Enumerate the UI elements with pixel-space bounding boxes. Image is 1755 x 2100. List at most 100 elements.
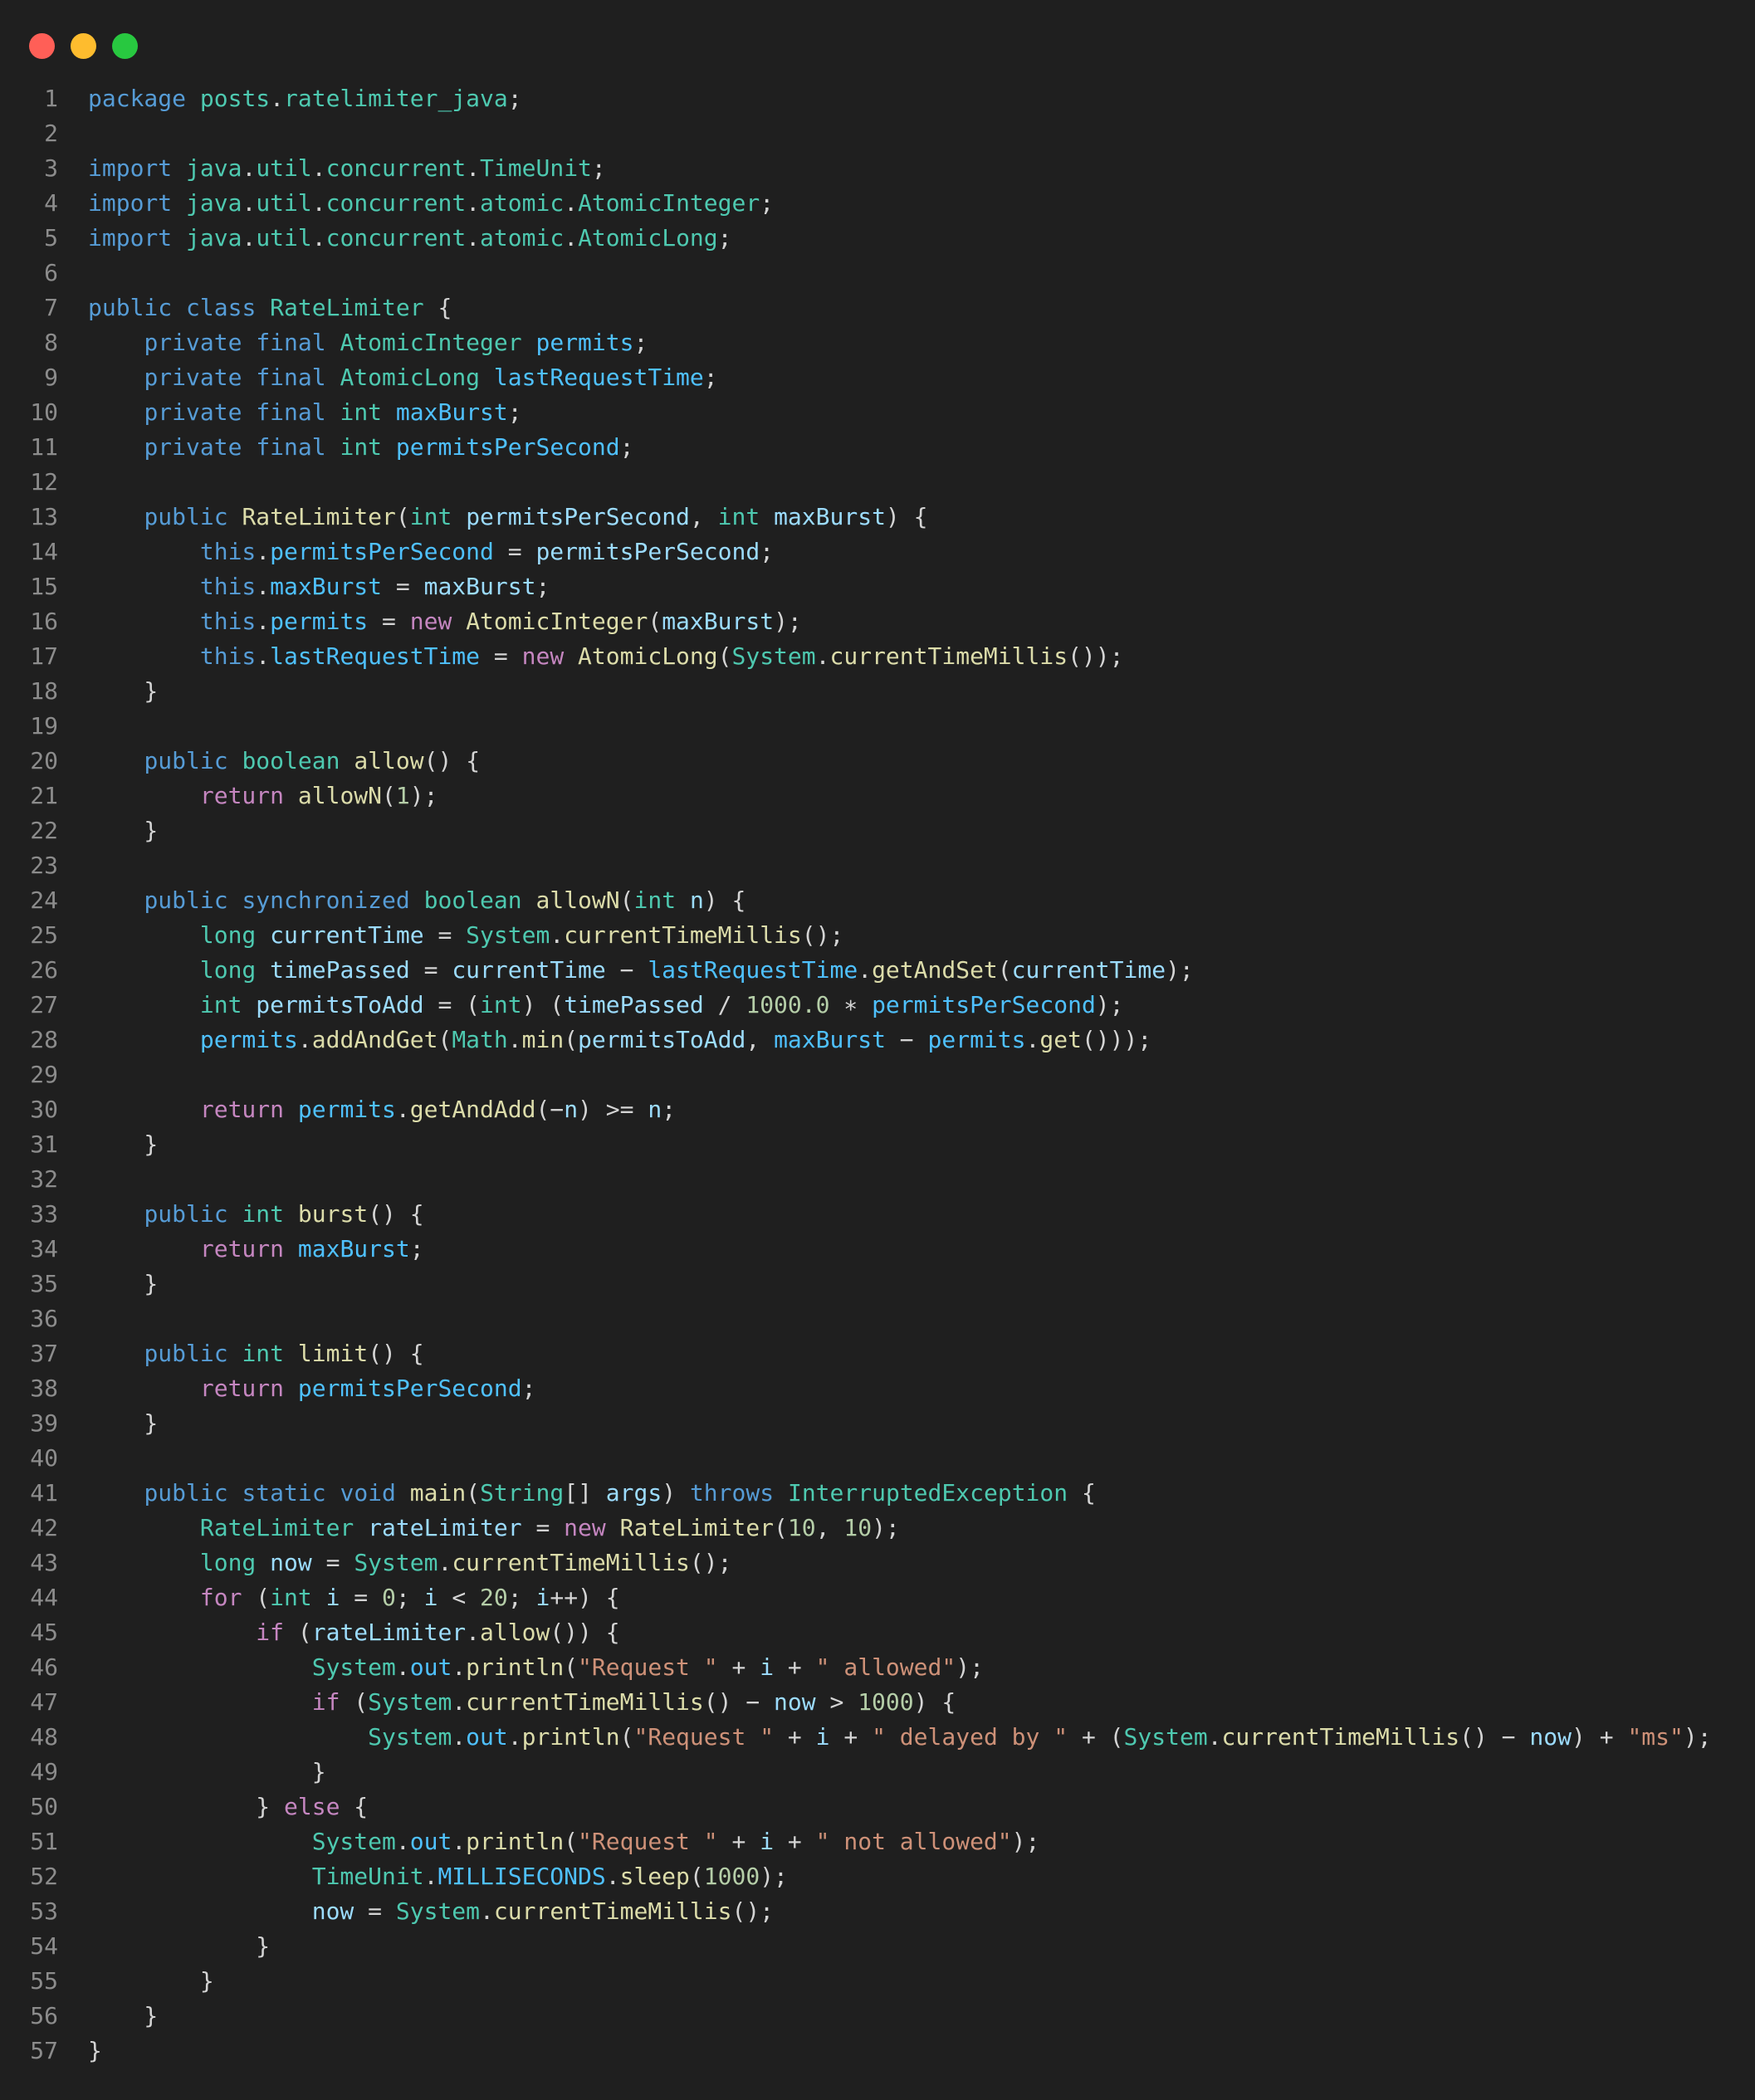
zoom-icon[interactable]: [112, 33, 138, 59]
code-line: 34 return maxBurst;: [0, 1232, 1755, 1267]
line-number: 13: [30, 503, 58, 530]
code-token: −: [605, 956, 648, 984]
line-source: System.out.println("Request " + i + " al…: [58, 1650, 984, 1685]
code-token: .: [1025, 1026, 1040, 1053]
code-line: 46 System.out.println("Request " + i + "…: [0, 1650, 1755, 1685]
line-number: 26: [30, 956, 58, 984]
code-token: .: [466, 224, 481, 252]
minimize-icon[interactable]: [71, 33, 96, 59]
line-source: public class RateLimiter {: [58, 291, 452, 325]
code-token: −: [885, 1026, 928, 1053]
line-number: 20: [30, 747, 58, 774]
code-token: }: [88, 677, 159, 705]
code-token: String: [480, 1479, 565, 1507]
code-line: 11 private final int permitsPerSecond;: [0, 430, 1755, 465]
code-token: public: [144, 747, 228, 774]
line-source: return allowN(1);: [58, 779, 438, 813]
code-token: =: [521, 1514, 565, 1541]
code-token: +: [774, 1653, 816, 1681]
code-token: }: [88, 1758, 326, 1785]
code-token: =: [382, 573, 424, 600]
code-token: {: [1068, 1479, 1096, 1507]
code-token: " not allowed": [815, 1828, 1012, 1855]
line-source: this.maxBurst = maxBurst;: [58, 569, 550, 604]
code-line: 40: [0, 1441, 1755, 1476]
code-token: (: [619, 886, 634, 914]
code-line: 23: [0, 848, 1755, 883]
code-token: RateLimiter: [199, 1514, 354, 1541]
code-line: 48 System.out.println("Request " + i + "…: [0, 1720, 1755, 1755]
code-token: );: [774, 608, 802, 635]
code-line: 7 public class RateLimiter {: [0, 291, 1755, 325]
code-token: getAndAdd: [409, 1096, 536, 1123]
line-number: 53: [30, 1897, 58, 1925]
line-source: }: [58, 1127, 158, 1162]
code-line: 33 public int burst() {: [0, 1197, 1755, 1232]
code-token: .: [452, 1723, 467, 1751]
code-token: =: [480, 642, 522, 670]
code-token: println: [521, 1723, 620, 1751]
code-token: private: [144, 398, 242, 426]
code-token: permits: [927, 1026, 1026, 1053]
code-token: ();: [731, 1897, 775, 1925]
line-source: long now = System.currentTimeMillis();: [58, 1546, 732, 1580]
code-token: currentTime: [452, 956, 606, 984]
code-line: 20 public boolean allow() {: [0, 744, 1755, 779]
line-number: 54: [30, 1932, 58, 1960]
code-token: this: [199, 642, 257, 670]
line-number: 24: [30, 886, 58, 914]
code-token: (: [466, 1479, 481, 1507]
line-number: 31: [30, 1131, 58, 1158]
code-token: public: [144, 1479, 228, 1507]
line-number: 42: [30, 1514, 58, 1541]
code-line: 45 if (rateLimiter.allow()) {: [0, 1615, 1755, 1650]
code-token: get: [1039, 1026, 1082, 1053]
line-source: public boolean allow() {: [58, 744, 480, 779]
code-token: );: [1683, 1723, 1712, 1751]
code-token: posts: [199, 85, 271, 112]
code-token: ) {: [913, 1688, 956, 1716]
code-token: .: [815, 642, 830, 670]
code-line: 4 import java.util.concurrent.atomic.Atom…: [0, 186, 1755, 221]
code-token: ;: [409, 1235, 424, 1262]
code-token: boolean: [423, 886, 522, 914]
code-token: permitsPerSecond: [297, 1375, 522, 1402]
line-source: RateLimiter rateLimiter = new RateLimite…: [58, 1511, 900, 1546]
code-line: 29: [0, 1057, 1755, 1092]
line-source: import java.util.concurrent.atomic.Atomi…: [58, 186, 774, 221]
code-token: ) +: [1572, 1723, 1628, 1751]
code-line: 9 private final AtomicLong lastRequestTi…: [0, 360, 1755, 395]
code-token: ) {: [885, 503, 928, 530]
code-token: 1000: [858, 1688, 914, 1716]
code-token: .: [395, 1653, 410, 1681]
code-token: timePassed: [270, 956, 410, 984]
code-token: println: [466, 1653, 565, 1681]
code-token: +: [829, 1723, 873, 1751]
code-token: timePassed: [564, 991, 704, 1018]
code-token: int: [409, 503, 452, 530]
code-line: 12: [0, 465, 1755, 500]
code-token: "ms": [1627, 1723, 1684, 1751]
code-token: =: [423, 921, 467, 949]
code-token: AtomicLong: [340, 364, 481, 391]
line-source: [58, 116, 88, 151]
line-number: 48: [30, 1723, 58, 1751]
code-token: public: [144, 1200, 228, 1228]
close-icon[interactable]: [29, 33, 55, 59]
code-token: out: [409, 1828, 452, 1855]
code-token: );: [760, 1863, 788, 1890]
